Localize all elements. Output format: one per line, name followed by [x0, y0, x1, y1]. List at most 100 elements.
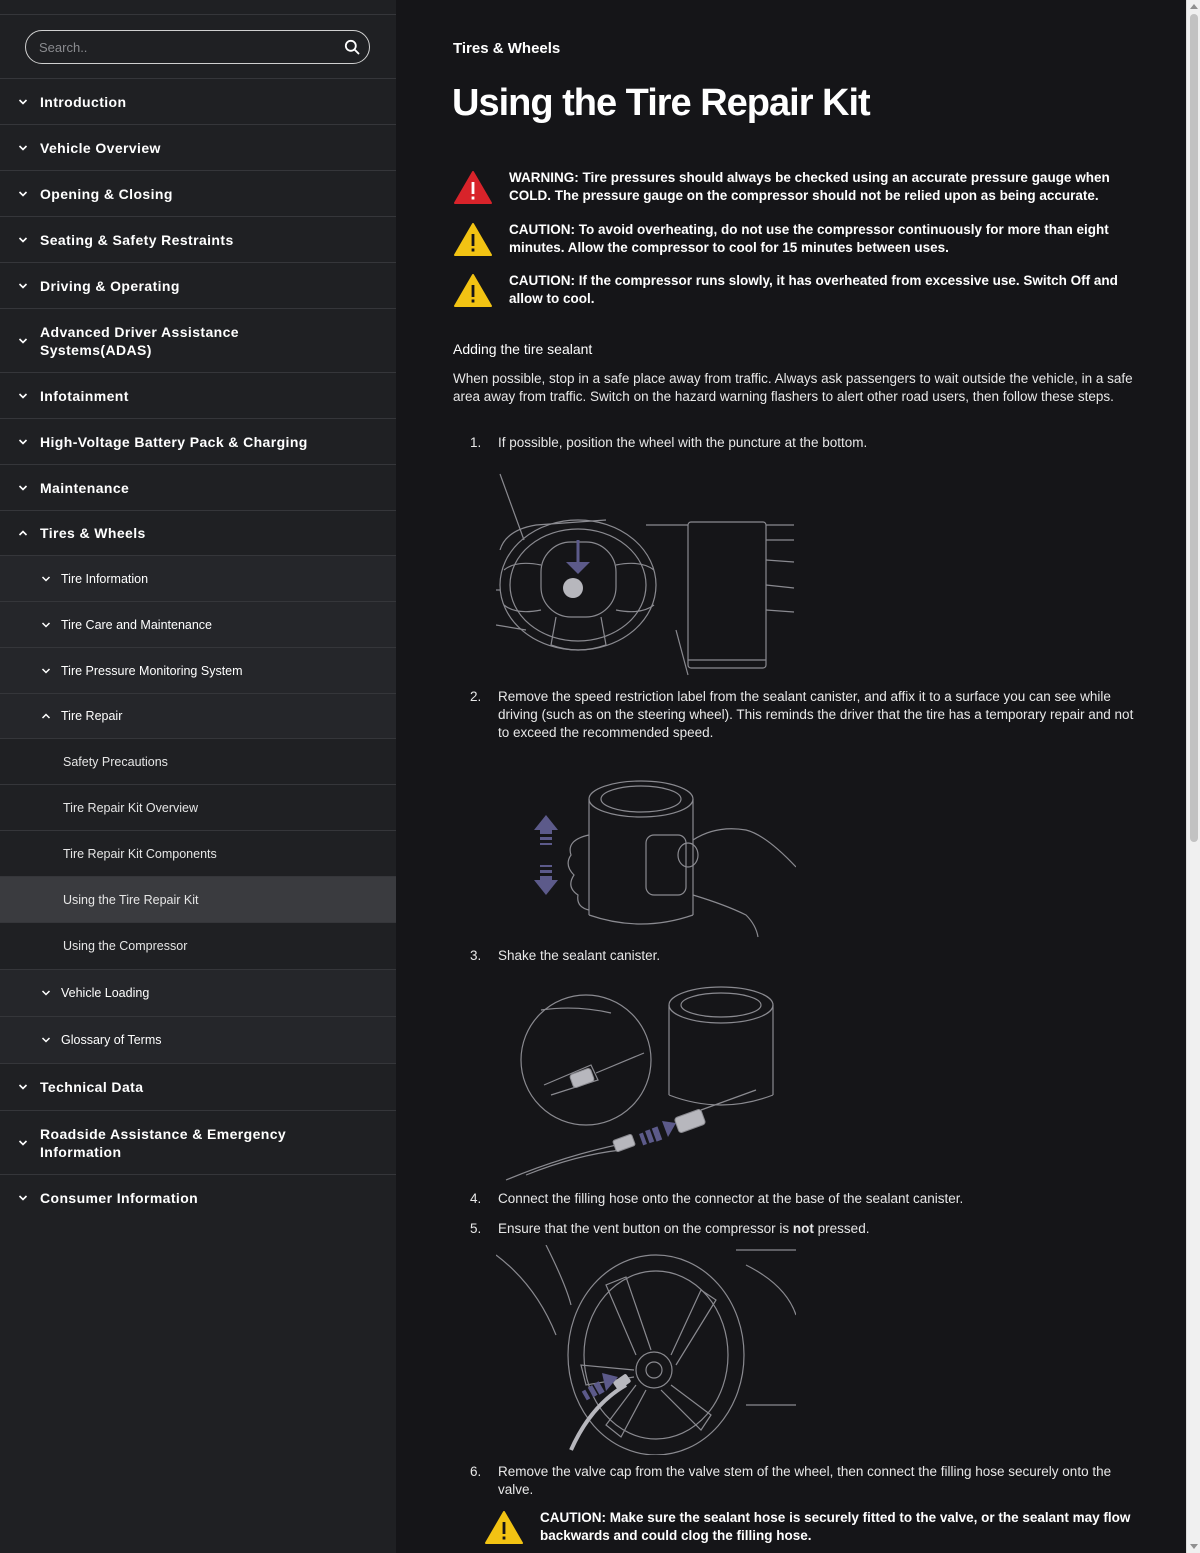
search-input[interactable]	[39, 31, 339, 63]
steering-wheel-illustration	[496, 473, 795, 676]
chevron-down-icon	[18, 282, 28, 289]
sidebar-item-battery-charging[interactable]: High-Voltage Battery Pack & Charging	[0, 419, 396, 465]
sidebar-item-infotainment[interactable]: Infotainment	[0, 373, 396, 419]
intro-paragraph: When possible, stop in a safe place away…	[453, 371, 1133, 404]
sidebar-item-tire-information[interactable]: Tire Information	[0, 556, 396, 602]
step-text: Remove the valve cap from the valve stem…	[498, 1464, 1112, 1497]
sidebar-item-tire-repair[interactable]: Tire Repair	[0, 694, 396, 739]
step-text: Remove the speed restriction label from …	[498, 689, 1134, 740]
sidebar-item-label: Using the Tire Repair Kit	[63, 892, 199, 907]
chevron-down-icon	[18, 337, 28, 344]
sidebar-item-tpms[interactable]: Tire Pressure Monitoring System	[0, 648, 396, 694]
sidebar-item-maintenance[interactable]: Maintenance	[0, 465, 396, 511]
sidebar-item-tire-care[interactable]: Tire Care and Maintenance	[0, 602, 396, 648]
sidebar-item-label: Vehicle Overview	[40, 139, 161, 156]
caution-icon	[485, 1511, 523, 1544]
step-number: 3.	[470, 948, 482, 963]
caution-notice: CAUTION: Make sure the sealant hose is s…	[484, 1509, 1144, 1545]
chevron-down-icon	[41, 667, 51, 674]
sidebar-item-label: Tires & Wheels	[40, 525, 146, 541]
sidebar-item-glossary[interactable]: Glossary of Terms	[0, 1017, 396, 1064]
sidebar-item-label: Glossary of Terms	[61, 1033, 162, 1047]
chevron-up-icon	[18, 530, 28, 536]
chevron-up-icon	[41, 713, 51, 719]
step-text: Connect the filling hose onto the connec…	[498, 1191, 964, 1206]
step-text: If possible, position the wheel with the…	[498, 435, 868, 450]
step-number: 5.	[470, 1221, 482, 1236]
breadcrumb[interactable]: Tires & Wheels	[453, 40, 560, 57]
sidebar-item-repair-kit-components[interactable]: Tire Repair Kit Components	[0, 831, 396, 877]
chevron-down-icon	[18, 1139, 28, 1146]
sidebar-item-label: Tire Information	[61, 571, 149, 586]
step-number: 1.	[470, 435, 482, 450]
chevron-down-icon	[18, 392, 28, 399]
sidebar-item-label: Infotainment	[40, 387, 129, 404]
sidebar-item-label: Tire Pressure Monitoring System	[61, 663, 243, 678]
step-text: Shake the sealant canister.	[498, 948, 661, 963]
chevron-down-icon	[18, 98, 28, 105]
notice-text: CAUTION: If the compressor runs slowly, …	[509, 273, 1118, 306]
caution-icon	[454, 274, 492, 307]
sidebar-item-label: Using the Compressor	[63, 939, 188, 953]
scrollbar[interactable]	[1186, 0, 1200, 1553]
sidebar-item-vehicle-loading[interactable]: Vehicle Loading	[0, 970, 396, 1017]
scroll-up-arrow[interactable]	[1190, 4, 1198, 9]
sidebar-item-technical-data[interactable]: Technical Data	[0, 1064, 396, 1111]
chevron-down-icon	[18, 484, 28, 491]
sidebar-item-label: Consumer Information	[40, 1190, 199, 1206]
divider	[0, 14, 396, 15]
sidebar-item-seating-safety[interactable]: Seating & Safety Restraints	[0, 217, 396, 263]
chevron-down-icon	[41, 1037, 51, 1043]
sidebar-item-label: Tire Care and Maintenance	[61, 617, 213, 632]
shake-canister-illustration	[534, 780, 796, 938]
section-heading: Adding the tire sealant	[453, 341, 593, 357]
sidebar-item-label: Introduction	[40, 93, 127, 110]
chevron-down-icon	[18, 1195, 28, 1201]
caution-notice: CAUTION: To avoid overheating, do not us…	[453, 221, 1133, 257]
sidebar-item-label: Vehicle Loading	[61, 986, 150, 1000]
step-text: Ensure that the vent button on the compr…	[498, 1221, 870, 1236]
sidebar-item-label: Advanced Driver Assistance Systems(ADAS)	[40, 323, 239, 358]
sidebar-item-label: Roadside Assistance & Emergency Informat…	[40, 1125, 287, 1160]
sidebar-item-safety-precautions[interactable]: Safety Precautions	[0, 739, 396, 785]
chevron-down-icon	[18, 438, 28, 445]
notice-text: CAUTION: Make sure the sealant hose is s…	[540, 1510, 1131, 1543]
scrollbar-thumb[interactable]	[1190, 14, 1198, 842]
sidebar-item-label: Tire Repair	[61, 709, 123, 723]
sidebar-item-opening-closing[interactable]: Opening & Closing	[0, 171, 396, 217]
sidebar-item-label: Technical Data	[40, 1079, 144, 1095]
sidebar-item-label: Opening & Closing	[40, 185, 173, 202]
hose-connection-illustration	[505, 986, 774, 1181]
notice-text: WARNING: Tire pressures should always be…	[509, 170, 1110, 203]
sidebar-item-adas[interactable]: Advanced Driver Assistance Systems(ADAS)	[0, 309, 396, 373]
sidebar-item-using-repair-kit[interactable]: Using the Tire Repair Kit	[0, 877, 396, 923]
sidebar-item-consumer-information[interactable]: Consumer Information	[0, 1175, 396, 1221]
sidebar: Introduction Vehicle Overview Opening & …	[0, 0, 396, 1553]
sidebar-item-label: Tire Repair Kit Components	[63, 846, 217, 861]
sidebar-item-roadside-assistance[interactable]: Roadside Assistance & Emergency Informat…	[0, 1111, 396, 1175]
chevron-down-icon	[18, 1084, 28, 1090]
sidebar-item-label: Safety Precautions	[63, 754, 168, 769]
chevron-down-icon	[18, 144, 28, 151]
search-icon[interactable]	[344, 39, 360, 55]
main-content: Tires & Wheels Using the Tire Repair Kit…	[396, 0, 1186, 1553]
sidebar-item-driving-operating[interactable]: Driving & Operating	[0, 263, 396, 309]
chevron-down-icon	[41, 621, 51, 628]
sidebar-item-repair-kit-overview[interactable]: Tire Repair Kit Overview	[0, 785, 396, 831]
sidebar-item-using-compressor[interactable]: Using the Compressor	[0, 923, 396, 970]
scroll-down-arrow[interactable]	[1190, 1544, 1198, 1549]
sidebar-item-label: Seating & Safety Restraints	[40, 231, 234, 248]
sidebar-item-introduction[interactable]: Introduction	[0, 79, 396, 125]
sidebar-item-label: Driving & Operating	[40, 277, 180, 294]
page-title: Using the Tire Repair Kit	[452, 82, 871, 124]
step-number: 6.	[470, 1464, 482, 1479]
caution-notice: CAUTION: If the compressor runs slowly, …	[453, 272, 1133, 308]
notice-text: CAUTION: To avoid overheating, do not us…	[509, 222, 1109, 255]
sidebar-item-vehicle-overview[interactable]: Vehicle Overview	[0, 125, 396, 171]
sidebar-item-label: Maintenance	[40, 479, 130, 496]
chevron-down-icon	[18, 236, 28, 243]
sidebar-item-tires-wheels[interactable]: Tires & Wheels	[0, 511, 396, 556]
caution-icon	[454, 223, 492, 256]
sidebar-item-label: Tire Repair Kit Overview	[63, 800, 198, 815]
search-box[interactable]	[25, 30, 370, 64]
